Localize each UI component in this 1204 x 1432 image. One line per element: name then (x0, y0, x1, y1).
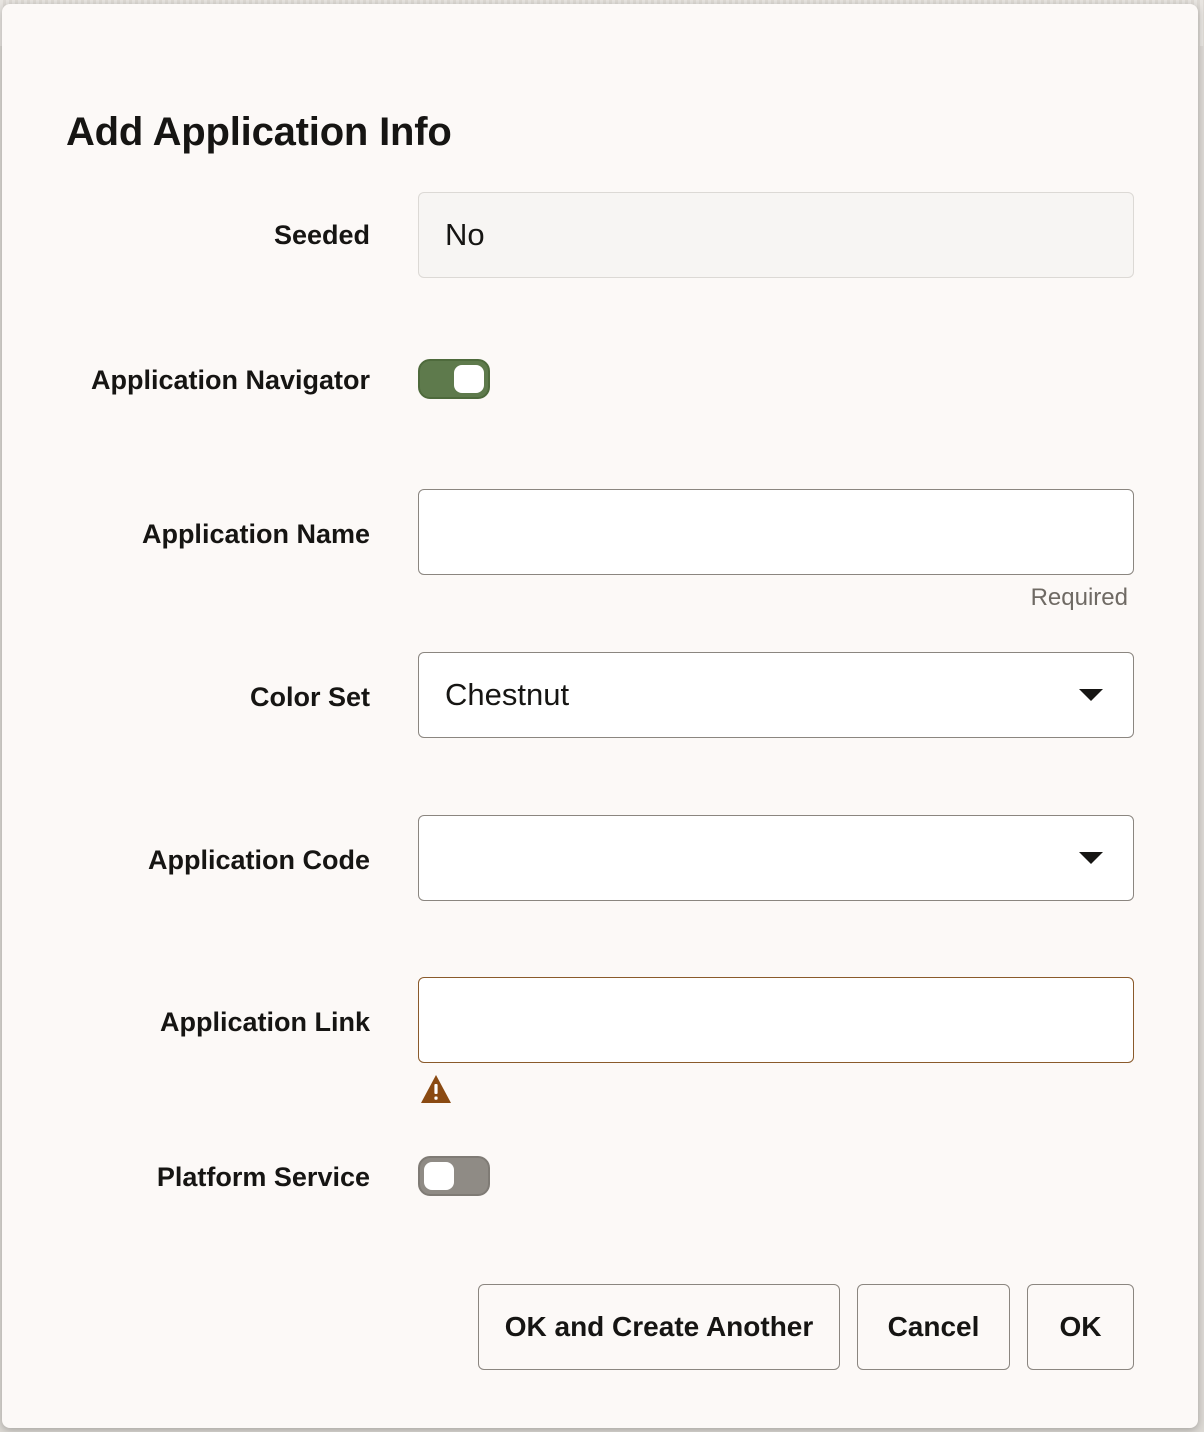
ok-and-create-another-button[interactable]: OK and Create Another (478, 1284, 840, 1370)
seeded-value: No (445, 217, 485, 252)
toggle-knob (454, 365, 484, 393)
application-navigator-label: Application Navigator (90, 365, 370, 395)
application-navigator-toggle[interactable] (418, 359, 490, 399)
toggle-knob (424, 1162, 454, 1190)
platform-service-toggle[interactable] (418, 1156, 490, 1196)
warning-icon (421, 1075, 451, 1103)
application-name-label: Application Name (141, 519, 370, 549)
color-set-select[interactable]: Chestnut (418, 652, 1134, 738)
seeded-field: No (418, 192, 1134, 278)
ok-button[interactable]: OK (1027, 1284, 1134, 1370)
application-code-label: Application Code (148, 845, 370, 875)
application-code-select[interactable] (418, 815, 1134, 901)
dialog-title: Add Application Info (66, 110, 452, 154)
caret-down-icon (1079, 689, 1103, 701)
platform-service-label: Platform Service (156, 1162, 370, 1192)
caret-down-icon (1079, 852, 1103, 864)
cancel-button[interactable]: Cancel (857, 1284, 1010, 1370)
add-application-dialog: Add Application Info Seeded No Applicati… (2, 4, 1198, 1428)
application-link-input[interactable] (418, 977, 1134, 1063)
seeded-label: Seeded (273, 220, 370, 250)
color-set-label: Color Set (249, 682, 370, 712)
required-hint: Required (1030, 584, 1128, 611)
application-name-input[interactable] (418, 489, 1134, 575)
color-set-value: Chestnut (445, 677, 570, 712)
application-link-label: Application Link (159, 1007, 370, 1037)
